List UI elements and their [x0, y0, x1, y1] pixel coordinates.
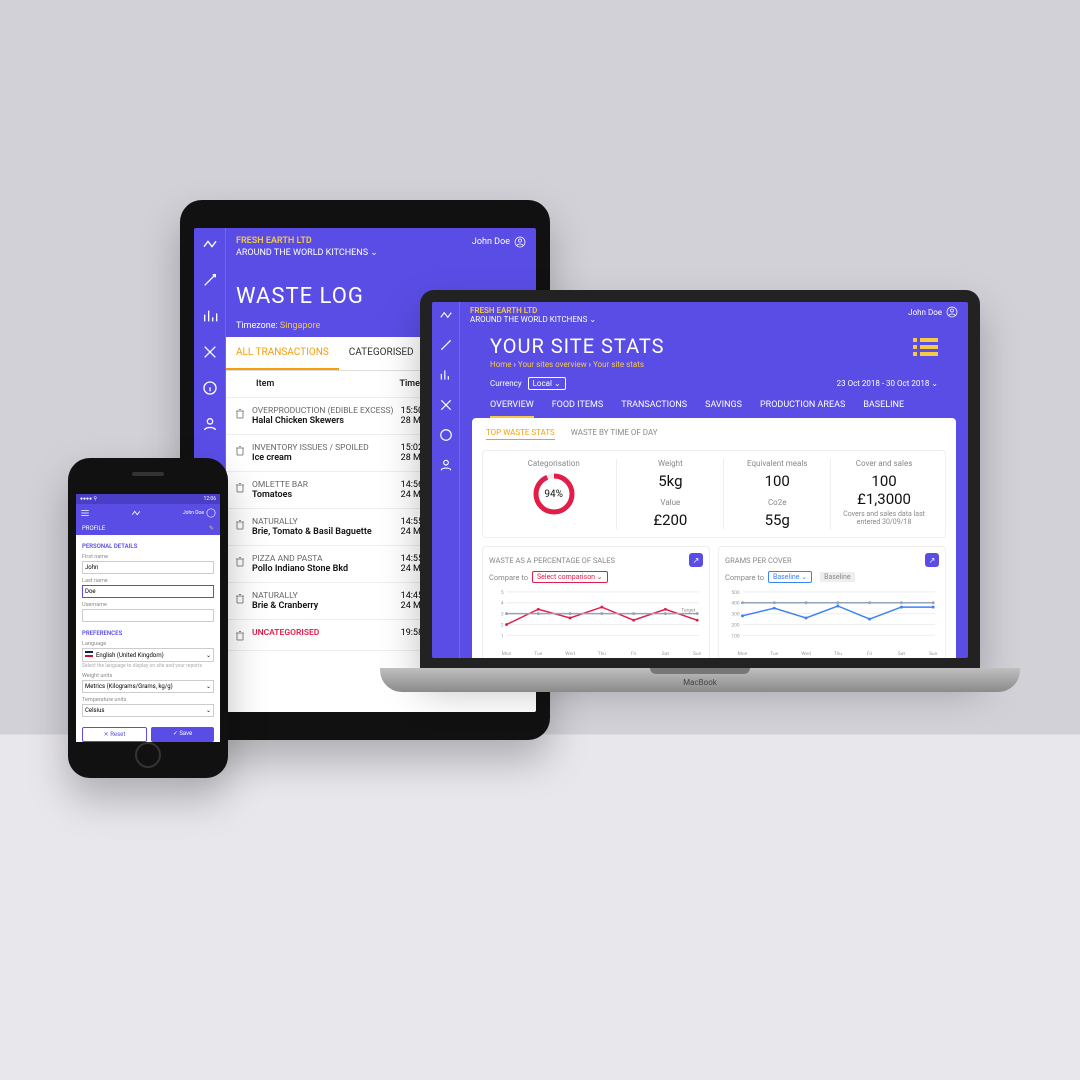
timezone-label: Timezone: Singapore [236, 321, 320, 331]
chart-grams-per-cover: GRAMS PER COVER ↗ Compare to Baseline ⌄ … [718, 546, 946, 658]
user-icon[interactable] [202, 416, 218, 432]
page-title: YOUR SITE STATS [490, 334, 665, 358]
stat-weight: 5kg [621, 472, 719, 490]
svg-text:4: 4 [501, 601, 504, 607]
stat-covers: 100 [835, 472, 933, 490]
svg-text:500: 500 [731, 590, 739, 596]
chart-info-icon[interactable]: ↗ [689, 553, 703, 567]
categorisation-donut: 94% [532, 472, 576, 516]
laptop-base: MacBook [380, 668, 1020, 692]
compare-select[interactable]: Select comparison ⌄ [532, 571, 608, 583]
svg-text:5: 5 [501, 590, 504, 596]
tab-production-areas[interactable]: PRODUCTION AREAS [760, 394, 845, 418]
last-name-field[interactable] [82, 585, 214, 598]
svg-text:Tue: Tue [770, 651, 778, 657]
logo-icon [439, 308, 453, 322]
save-button[interactable]: ✓ Save [151, 727, 214, 742]
kitchen-dropdown[interactable]: AROUND THE WORLD KITCHENS ⌄ [236, 248, 526, 258]
stat-co2: 55g [728, 511, 826, 529]
user-menu[interactable]: John Doe [908, 306, 958, 318]
svg-text:Wed: Wed [801, 651, 811, 657]
svg-text:Target: Target [681, 608, 695, 614]
weight-units-select[interactable]: Metrics (Kilograms/Grams, kg/g)⌄ [82, 680, 214, 693]
tools-icon[interactable] [439, 398, 453, 412]
info-icon[interactable] [202, 380, 218, 396]
stat-sales: £1,3000 [835, 490, 933, 508]
laptop-sidebar [432, 302, 460, 658]
kitchen-dropdown[interactable]: AROUND THE WORLD KITCHENS ⌄ [470, 315, 596, 324]
stat-categorisation-label: Categorisation [495, 459, 612, 468]
svg-text:Sat: Sat [662, 651, 670, 657]
chart-icon[interactable] [202, 308, 218, 324]
phone-header: John Doe [76, 504, 220, 522]
svg-text:Sun: Sun [929, 651, 938, 657]
subtab-by-time[interactable]: WASTE BY TIME OF DAY [571, 428, 658, 440]
compare-select[interactable]: Baseline ⌄ [768, 571, 812, 583]
breadcrumb[interactable]: Home › Your sites overview › Your site s… [490, 360, 665, 369]
user-menu[interactable]: John Doe [472, 236, 526, 248]
tab-all-transactions[interactable]: ALL TRANSACTIONS [226, 337, 339, 370]
tab-savings[interactable]: SAVINGS [705, 394, 742, 418]
menu-icon[interactable] [80, 508, 90, 518]
svg-text:Tue: Tue [534, 651, 542, 657]
svg-text:300: 300 [731, 612, 739, 618]
logo-icon [202, 236, 218, 252]
first-name-field[interactable] [82, 561, 214, 574]
laptop-device: FRESH EARTH LTD AROUND THE WORLD KITCHEN… [380, 290, 1020, 692]
phone-device: ●●●● ⚲12:06 John Doe PROFILE✎ PERSONAL D… [68, 458, 228, 778]
svg-text:2: 2 [501, 622, 504, 628]
svg-text:Fri: Fri [867, 651, 872, 657]
user-icon[interactable] [439, 458, 453, 472]
tab-overview[interactable]: OVERVIEW [490, 394, 534, 418]
svg-text:400: 400 [731, 601, 739, 607]
wand-icon[interactable] [202, 272, 218, 288]
chart-icon[interactable] [439, 368, 453, 382]
reset-button[interactable]: ✕ Reset [82, 727, 147, 742]
stat-meals: 100 [728, 472, 826, 490]
svg-text:Sat: Sat [898, 651, 906, 657]
user-menu[interactable]: John Doe [183, 508, 216, 518]
wand-icon[interactable] [439, 338, 453, 352]
tools-icon[interactable] [202, 344, 218, 360]
tab-transactions[interactable]: TRANSACTIONS [621, 394, 687, 418]
temp-units-select[interactable]: Celsius⌄ [82, 704, 214, 717]
svg-text:100: 100 [731, 633, 739, 639]
svg-text:1: 1 [501, 633, 504, 639]
tab-baseline[interactable]: BASELINE [863, 394, 904, 418]
svg-text:Thu: Thu [834, 651, 843, 657]
page-title: PROFILE✎ [76, 522, 220, 535]
company-name: FRESH EARTH LTD [470, 306, 596, 315]
svg-text:Thu: Thu [598, 651, 607, 657]
stat-value: £200 [621, 511, 719, 529]
macbook-label: MacBook [683, 678, 717, 687]
col-item[interactable]: Item [236, 379, 399, 389]
svg-text:Fri: Fri [631, 651, 636, 657]
svg-text:3: 3 [501, 612, 504, 618]
svg-text:Sun: Sun [693, 651, 702, 657]
currency-selector[interactable]: Currency Local ⌄ [490, 379, 566, 388]
svg-text:Mon: Mon [738, 651, 748, 657]
tab-food-items[interactable]: FOOD ITEMS [552, 394, 604, 418]
chart-waste-pct-sales: WASTE AS A PERCENTAGE OF SALES ↗ Compare… [482, 546, 710, 658]
username-field[interactable] [82, 609, 214, 622]
svg-text:200: 200 [731, 622, 739, 628]
phone-statusbar: ●●●● ⚲12:06 [76, 494, 220, 504]
section-prefs-title: PREFERENCES [82, 630, 214, 637]
subtab-top-waste[interactable]: TOP WASTE STATS [486, 428, 555, 440]
chart-info-icon[interactable]: ↗ [925, 553, 939, 567]
language-select[interactable]: English (United Kingdom)⌄ [82, 648, 214, 662]
date-range-picker[interactable]: 23 Oct 2018 - 30 Oct 2018 ⌄ [837, 379, 938, 388]
info-icon[interactable] [439, 428, 453, 442]
stats-panel: Categorisation 94% Weight 5kg Value £200 [482, 450, 946, 538]
section-personal-title: PERSONAL DETAILS [82, 543, 214, 550]
svg-text:Wed: Wed [565, 651, 575, 657]
list-view-icon[interactable] [913, 338, 938, 356]
logo-icon [131, 508, 141, 518]
svg-text:Mon: Mon [502, 651, 512, 657]
